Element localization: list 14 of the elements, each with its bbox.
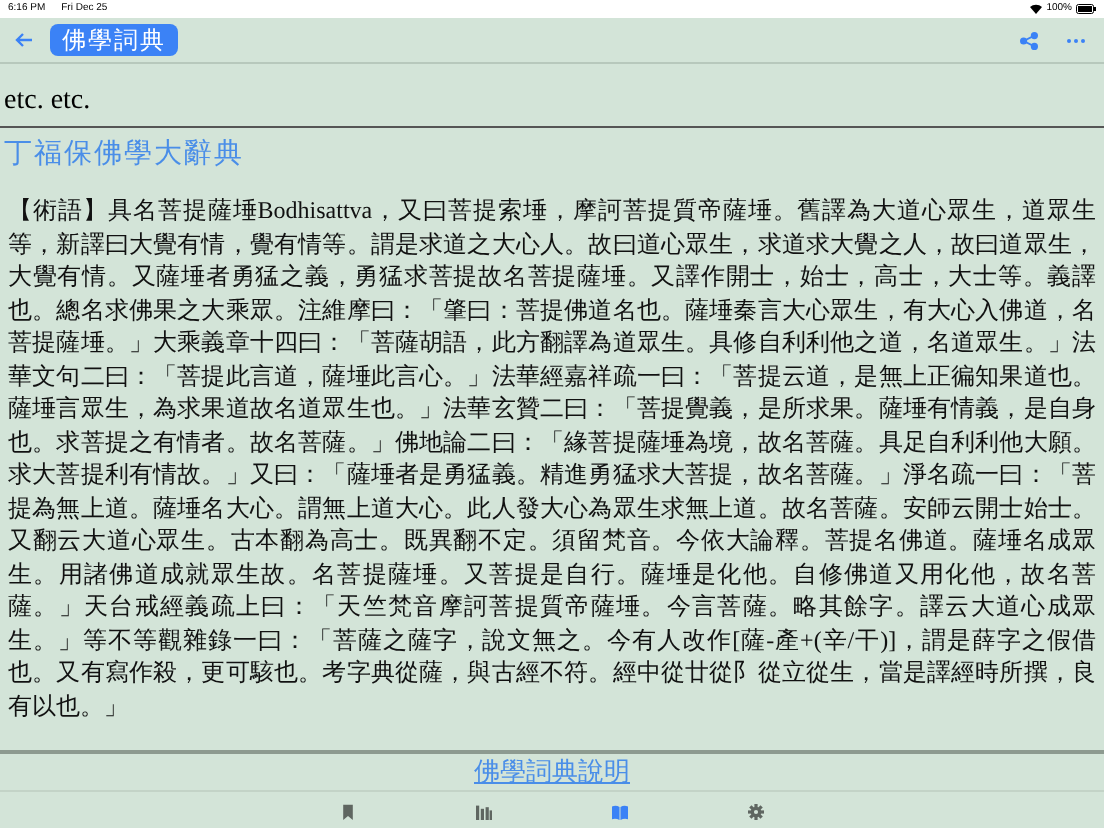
help-link[interactable]: 佛學詞典說明 [474, 752, 630, 792]
dictionary-title-button[interactable]: 佛學詞典 [50, 24, 178, 56]
previous-entry-text: etc. etc. [4, 84, 91, 120]
back-arrow-icon [14, 32, 34, 48]
open-book-icon [612, 803, 628, 819]
entry-text: 【術語】具名菩提薩埵Bodhisattva，又曰菩提索埵，摩訶菩提質帝薩埵。舊譯為大道心眾生，道眾生等，新譯曰大覺有情，覺有情等。謂是求道之大心人。故曰道心眾生，求道求大覺之人，故曰道眾生，大覺有情。又薩埵者勇猛之義，勇猛求菩提故名菩提薩埵。又譯作開士，始士，高士，大士等。義譯也。總名求佛果之大乘眾。注維摩曰：「肇曰：菩提佛道名也。薩埵秦言大心眾生，有大心入佛道，名菩提薩埵。」大乘義章十四曰：「菩薩胡語，此方翻譯為道眾生。具修自利利他之道，名道眾生。」法華文句二曰：「菩提此言道，薩埵此言心。」法華經嘉祥疏一曰：「菩提云道，是無上正徧知果道也。薩埵言眾生，為求果道故名道眾生也。」法華玄贊二曰：「菩提覺義，是所求果。薩埵有情義，是自身也。求菩提之有情者。故名菩薩。」佛地論二曰：「緣菩提薩埵為境，故名菩薩。具足自利利他大願。求大菩提利有情故。」又曰：「薩埵者是勇猛義。精進勇猛求大菩提，故名菩薩。」淨名疏一曰：「菩提為無上道。薩埵名大心。謂無上道大心。此人發大心為眾生求無上道。故名菩薩。安師云開士始士。又翻云大道心眾生。古本翻為高士。既異翻不定。須留梵音。今依大論釋。菩提名佛道。薩埵名成眾生。用諸佛道成就眾生故。名菩提薩埵。又菩提是自行。薩埵是化他。自修佛道又用化他，故名菩薩。」天台戒經義疏上曰：「天竺梵音摩訶菩提質帝薩埵。今言菩薩。略其餘字。譯云大道心成眾生。」等不等觀雜錄一曰：「菩薩之薩字，說文無之。今有人改作[薩-產+(辛/干)]，謂是薛字之假借也。又有寫作殺，更可駭也。考字典從薩，與古經不符。經中從廿從阝從立從生，當是譯經時所撰，良有以也。」 [6, 194, 1098, 722]
more-icon [1066, 37, 1086, 43]
settings-icon [748, 803, 764, 819]
bookmark-icon [340, 803, 356, 819]
wifi-icon [1030, 4, 1043, 14]
source-link[interactable]: 丁福保佛學大辭典 [4, 140, 244, 170]
bar-chart-icon [476, 803, 492, 819]
battery-icon [1076, 4, 1096, 14]
share-icon [1019, 31, 1037, 49]
